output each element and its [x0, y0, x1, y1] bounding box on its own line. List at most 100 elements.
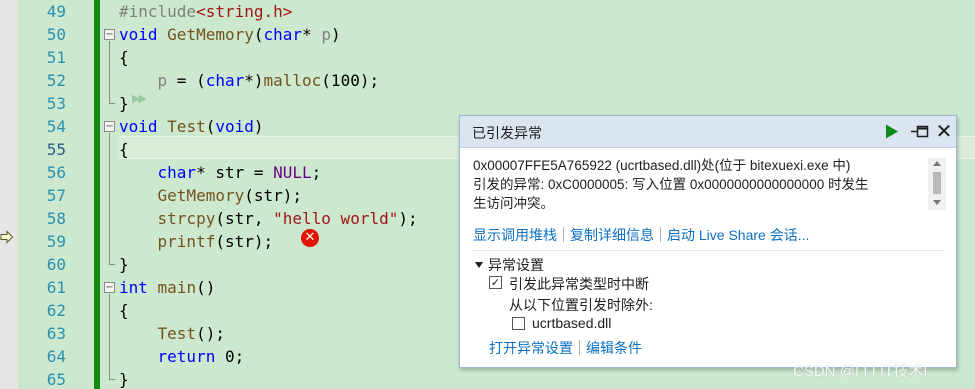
ucrtbased-exclude-checkbox[interactable] — [512, 317, 525, 330]
close-icon[interactable]: ✕ — [934, 119, 954, 143]
code-token: p — [321, 25, 331, 44]
code-token: = ( — [167, 71, 206, 90]
code-token: #include — [119, 2, 197, 21]
line-number: 58 — [46, 209, 66, 228]
scroll-up-icon[interactable] — [933, 161, 941, 166]
code-line[interactable]: } — [119, 253, 129, 276]
code-token: * str = — [196, 163, 274, 182]
popup-title: 已引发异常 — [472, 125, 542, 141]
glyph-margin[interactable] — [0, 0, 18, 389]
scroll-down-icon[interactable] — [933, 200, 941, 205]
code-token: 0; — [215, 347, 245, 366]
line-number: 61 — [46, 278, 66, 297]
code-line[interactable]: return 0; — [119, 345, 245, 368]
code-line[interactable]: { — [119, 46, 129, 69]
message-line: 0x00007FFE5A765922 (ucrtbased.dll)处(位于 b… — [473, 158, 851, 173]
code-line[interactable]: int main() — [119, 276, 215, 299]
code-line[interactable]: { — [119, 138, 129, 161]
code-token: { — [119, 140, 129, 159]
line-number: 60 — [46, 255, 66, 274]
code-line[interactable]: } — [119, 368, 129, 389]
scroll-thumb[interactable] — [933, 172, 941, 194]
fold-guide — [109, 133, 110, 265]
exception-settings-toggle[interactable]: 异常设置 — [475, 255, 544, 275]
code-token: void — [119, 117, 158, 136]
fold-toggle-icon[interactable]: − — [104, 121, 115, 132]
code-token: ( — [253, 25, 264, 44]
message-scrollbar[interactable] — [928, 158, 946, 210]
copy-details-link[interactable]: 复制详细信息 — [570, 227, 654, 243]
line-number: 54 — [46, 117, 66, 136]
code-token: (); — [196, 324, 225, 343]
code-line[interactable]: printf(str); — [119, 230, 274, 253]
fold-guide — [109, 294, 110, 380]
code-token: *) — [244, 71, 264, 90]
line-number: 51 — [46, 48, 66, 67]
fold-toggle-icon[interactable]: − — [104, 282, 115, 293]
code-line[interactable]: GetMemory(str); — [119, 184, 303, 207]
code-line[interactable]: void Test(void) — [119, 115, 264, 138]
code-line[interactable]: void GetMemory(char* p) — [119, 23, 341, 46]
divider — [473, 250, 945, 251]
dock-pin-icon[interactable] — [910, 123, 930, 140]
collapsed-region-icon: ▶▶ — [132, 92, 147, 105]
code-line[interactable]: { — [119, 299, 129, 322]
code-line[interactable]: strcpy(str, "hello world"); — [119, 207, 418, 230]
code-token: "hello world" — [273, 209, 399, 228]
code-token: malloc — [263, 71, 322, 90]
open-exception-settings-link[interactable]: 打开异常设置 — [489, 340, 573, 356]
code-token: char — [263, 25, 303, 44]
line-number-gutter: 49 50 51 52 53 54 55 56 57 58 59 60 61 62 63 64 65 — [18, 0, 68, 389]
ucrtbased-exclude-label: ucrtbased.dll — [532, 315, 612, 331]
code-token: (str); — [244, 186, 303, 205]
code-token: void — [215, 117, 254, 136]
link-separator — [579, 340, 580, 355]
code-token: Test — [167, 117, 206, 136]
message-line: 生访问冲突。 — [473, 196, 554, 211]
code-token: return — [157, 347, 216, 366]
line-number: 65 — [46, 370, 66, 389]
line-number: 53 — [46, 94, 66, 113]
edit-conditions-link[interactable]: 编辑条件 — [586, 340, 642, 356]
code-token: } — [119, 255, 129, 274]
line-number: 59 — [46, 232, 66, 251]
code-line[interactable]: #include<string.h> — [119, 0, 292, 23]
watermark: CSDN @I I I IT技术I — [793, 363, 928, 380]
error-x-icon: ✕ — [301, 229, 319, 247]
code-token: ( — [205, 117, 216, 136]
code-line[interactable]: Test(); — [119, 322, 225, 345]
code-token: int — [119, 278, 148, 297]
code-token: <string.h> — [196, 2, 293, 21]
exception-helper-popup: 已引发异常 ✕ 0x00007FFE5A765922 (ucrtbased.dl… — [459, 115, 957, 368]
code-token: (100); — [321, 71, 380, 90]
line-number: 64 — [46, 347, 66, 366]
code-token: (str, — [215, 209, 274, 228]
code-token: () — [196, 278, 216, 297]
message-line: 引发的异常: 0xC0000005: 写入位置 0x00000000000000… — [473, 177, 869, 192]
fold-toggle-icon[interactable]: − — [104, 29, 115, 40]
play-icon[interactable] — [884, 123, 900, 140]
code-token: Test — [157, 324, 197, 343]
code-line[interactable]: p = (char*)malloc(100); — [119, 69, 380, 92]
code-token: { — [119, 301, 129, 320]
link-separator — [660, 227, 661, 242]
show-call-stack-link[interactable]: 显示调用堆栈 — [473, 227, 557, 243]
next-statement-arrow-icon[interactable] — [0, 230, 14, 244]
code-line[interactable]: } — [119, 92, 129, 115]
code-token: void — [119, 25, 158, 44]
code-line[interactable]: char* str = NULL; — [119, 161, 322, 184]
break-on-exception-checkbox[interactable]: ✓ — [489, 276, 502, 289]
line-number: 62 — [46, 301, 66, 320]
code-token: strcpy — [157, 209, 216, 228]
code-token: printf — [157, 232, 216, 251]
line-number: 57 — [46, 186, 66, 205]
start-live-share-link[interactable]: 启动 Live Share 会话... — [667, 227, 809, 243]
settings-header-label: 异常设置 — [488, 257, 544, 273]
